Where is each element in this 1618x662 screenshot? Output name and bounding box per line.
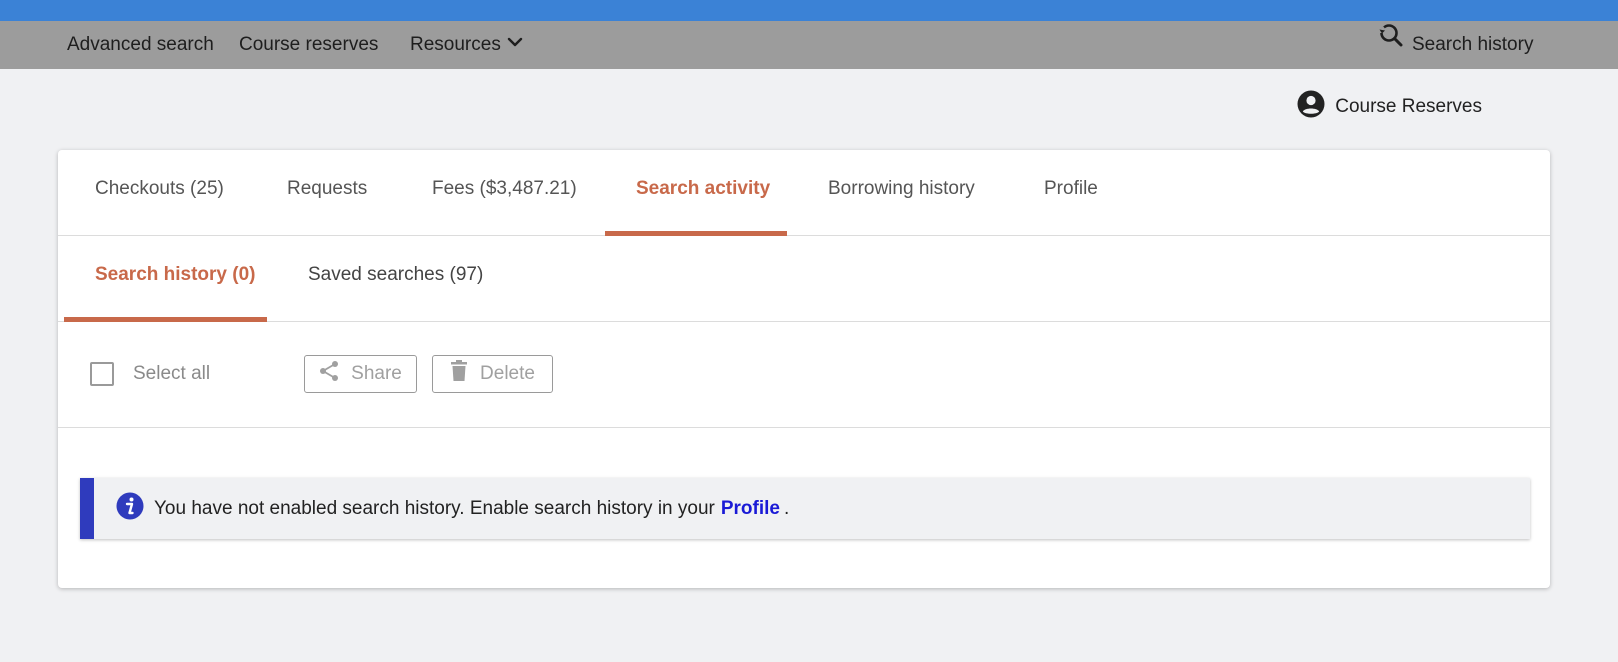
delete-button[interactable]: Delete <box>432 355 553 393</box>
account-menu[interactable]: Course Reserves <box>1297 90 1482 124</box>
subtab-saved-searches[interactable]: Saved searches (97) <box>308 236 483 322</box>
nav-course-reserves[interactable]: Course reserves <box>239 21 378 69</box>
search-history-icon <box>1378 19 1404 67</box>
tab-borrowing-history[interactable]: Borrowing history <box>828 150 975 236</box>
nav-search-history-label: Search history <box>1412 34 1534 55</box>
alert-message: You have not enabled search history. Ena… <box>154 497 715 519</box>
alert-message-wrapper: You have not enabled search history. Ena… <box>154 498 789 520</box>
search-history-disabled-alert: You have not enabled search history. Ena… <box>80 478 1530 539</box>
select-all-control[interactable]: Select all <box>90 360 210 388</box>
delete-label: Delete <box>480 363 535 384</box>
top-accent-bar <box>0 0 1618 21</box>
nav-search-history[interactable]: Search history <box>1378 21 1533 69</box>
share-icon <box>319 360 351 388</box>
history-toolbar: Select all Share Delete <box>58 322 1550 428</box>
nav-resources-label: Resources <box>410 34 501 55</box>
select-all-checkbox[interactable] <box>90 362 114 386</box>
tab-fees[interactable]: Fees ($3,487.21) <box>432 150 577 236</box>
alert-suffix: . <box>783 497 790 519</box>
subtab-search-history[interactable]: Search history (0) <box>95 236 256 322</box>
tab-checkouts[interactable]: Checkouts (25) <box>95 150 224 236</box>
user-account-icon <box>1297 90 1335 124</box>
trash-icon <box>450 360 480 388</box>
account-name: Course Reserves <box>1335 96 1482 117</box>
info-icon <box>116 492 144 525</box>
share-button[interactable]: Share <box>304 355 417 393</box>
chevron-down-icon <box>507 19 523 67</box>
account-card: Checkouts (25) Requests Fees ($3,487.21)… <box>58 150 1550 588</box>
account-tabs: Checkouts (25) Requests Fees ($3,487.21)… <box>58 150 1550 236</box>
share-label: Share <box>351 363 402 384</box>
tab-profile[interactable]: Profile <box>1044 150 1098 236</box>
tab-search-activity[interactable]: Search activity <box>636 150 770 236</box>
search-activity-subtabs: Search history (0) Saved searches (97) <box>58 236 1550 322</box>
nav-advanced-search[interactable]: Advanced search <box>67 21 214 69</box>
select-all-label: Select all <box>133 363 211 384</box>
tab-requests[interactable]: Requests <box>287 150 367 236</box>
main-nav: Advanced search Course reserves Resource… <box>0 21 1618 69</box>
profile-link[interactable]: Profile <box>721 498 780 519</box>
nav-resources-dropdown[interactable]: Resources <box>410 21 523 69</box>
